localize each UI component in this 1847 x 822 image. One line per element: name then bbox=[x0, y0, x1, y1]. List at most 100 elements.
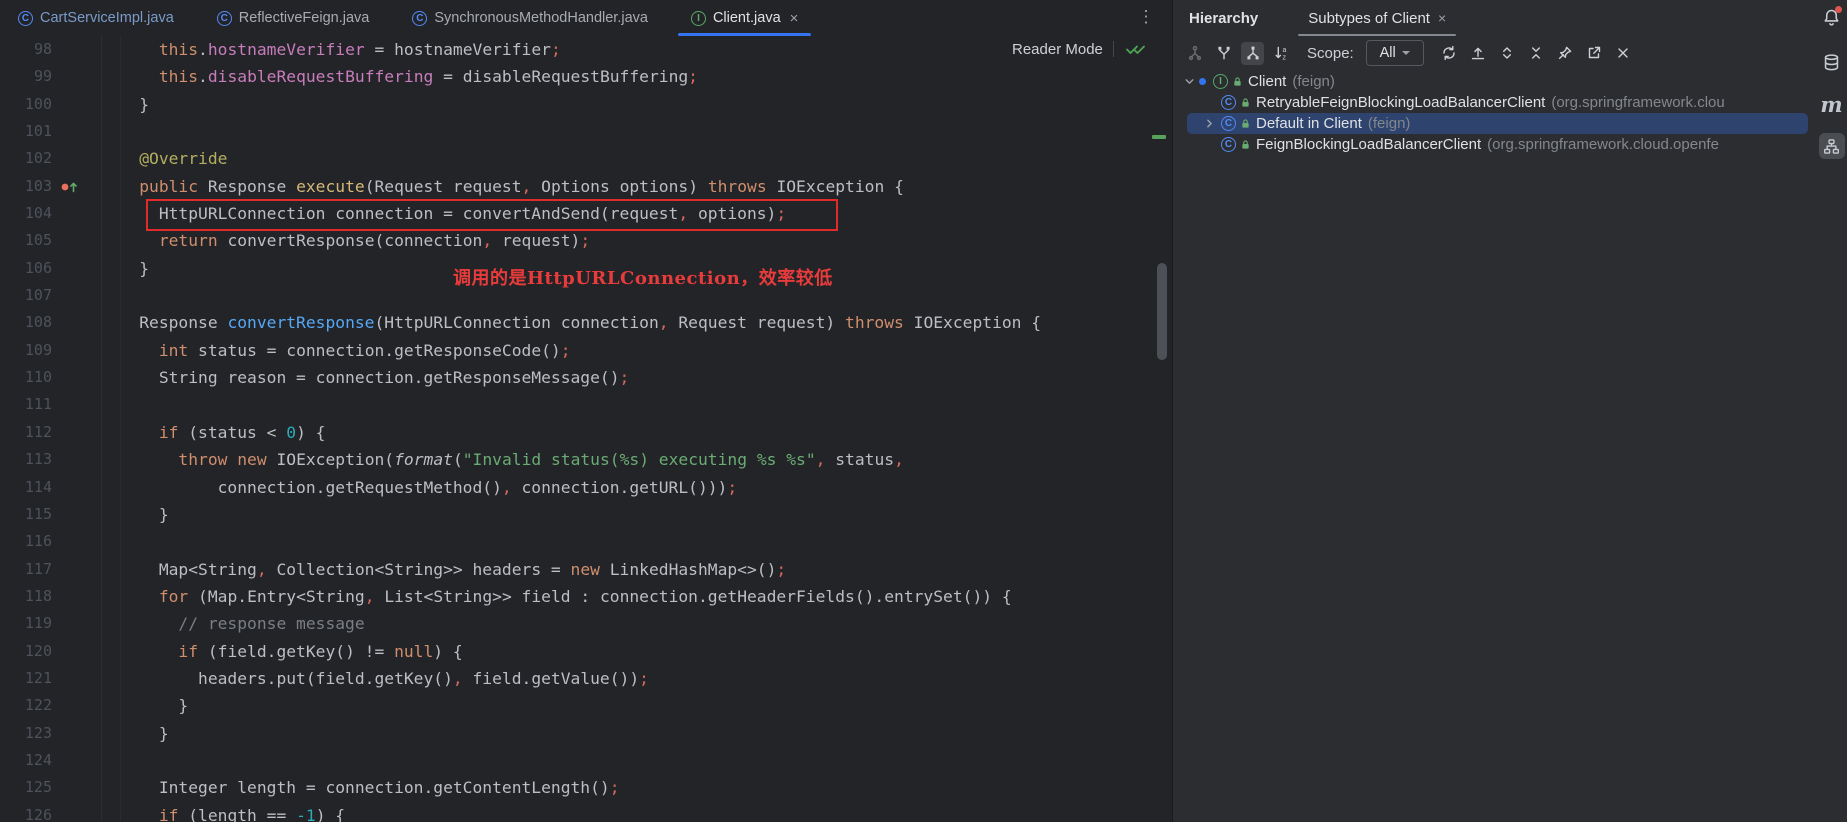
editor-tab[interactable]: CReflectiveFeign.java bbox=[204, 0, 383, 36]
gutter-line-number[interactable]: 118 bbox=[0, 583, 52, 610]
code-line[interactable]: 109 int status = connection.getResponseC… bbox=[0, 337, 1172, 364]
tree-row[interactable]: IClient(feign) bbox=[1173, 71, 1847, 92]
subtypes-icon[interactable] bbox=[1241, 42, 1264, 65]
gutter-line-number[interactable]: 99 bbox=[0, 63, 52, 90]
maven-icon[interactable]: m bbox=[1820, 92, 1842, 117]
code-line[interactable]: 126 if (length == -1) { bbox=[0, 802, 1172, 822]
gutter-line-number[interactable]: 125 bbox=[0, 774, 52, 801]
gutter-line-number[interactable]: 126 bbox=[0, 802, 52, 822]
code-line[interactable]: 100 } bbox=[0, 91, 1172, 118]
chevron-down-icon[interactable] bbox=[1179, 75, 1199, 88]
code-token: , bbox=[816, 450, 826, 469]
code-line[interactable]: 102 @Override bbox=[0, 145, 1172, 172]
gutter-line-number[interactable]: 122 bbox=[0, 692, 52, 719]
close-icon[interactable]: × bbox=[790, 10, 799, 27]
pin-icon[interactable] bbox=[1554, 42, 1577, 65]
code-token: new bbox=[571, 560, 600, 579]
gutter-line-number[interactable]: 119 bbox=[0, 610, 52, 637]
code-line[interactable]: 101 bbox=[0, 118, 1172, 145]
code-line[interactable]: 110 String reason = connection.getRespon… bbox=[0, 364, 1172, 391]
code-token: disableRequestBuffering bbox=[208, 67, 433, 86]
gutter-line-number[interactable]: 120 bbox=[0, 638, 52, 665]
code-line[interactable]: 114 connection.getRequestMethod(), conne… bbox=[0, 474, 1172, 501]
hierarchy-content-tab[interactable]: Subtypes of Client × bbox=[1298, 0, 1456, 36]
editor-tab[interactable]: CSynchronousMethodHandler.java bbox=[399, 0, 661, 36]
code-line[interactable]: 120 if (field.getKey() != null) { bbox=[0, 638, 1172, 665]
gutter-line-number[interactable]: 101 bbox=[0, 118, 52, 145]
code-line[interactable]: 125 Integer length = connection.getConte… bbox=[0, 774, 1172, 801]
expand-all-icon[interactable] bbox=[1496, 42, 1519, 65]
code-line[interactable]: 105 return convertResponse(connection, r… bbox=[0, 227, 1172, 254]
code-line[interactable]: 121 headers.put(field.getKey(), field.ge… bbox=[0, 665, 1172, 692]
editor-tab[interactable]: IClient.java× bbox=[678, 0, 811, 36]
open-in-new-window-icon[interactable] bbox=[1583, 42, 1606, 65]
gutter-line-number[interactable]: 113 bbox=[0, 446, 52, 473]
gutter-line-number[interactable]: 112 bbox=[0, 419, 52, 446]
code-token: IOException( bbox=[267, 450, 394, 469]
code-line[interactable]: 116 bbox=[0, 528, 1172, 555]
code-line[interactable]: 98 this.hostnameVerifier = hostnameVerif… bbox=[0, 36, 1172, 63]
tree-row[interactable]: CRetryableFeignBlockingLoadBalancerClien… bbox=[1173, 92, 1847, 113]
code-line[interactable]: 123 } bbox=[0, 720, 1172, 747]
gutter-line-number[interactable]: 114 bbox=[0, 474, 52, 501]
code-line[interactable]: 117 Map<String, Collection<String>> head… bbox=[0, 556, 1172, 583]
gutter-line-number[interactable]: 109 bbox=[0, 337, 52, 364]
override-gutter-icon[interactable] bbox=[60, 179, 80, 194]
database-icon[interactable] bbox=[1822, 53, 1841, 72]
notification-badge bbox=[1835, 6, 1842, 13]
code-line[interactable]: 122 } bbox=[0, 692, 1172, 719]
gutter-line-number[interactable]: 106 bbox=[0, 255, 52, 282]
code-token: = hostnameVerifier bbox=[365, 40, 551, 59]
code-line[interactable]: 118 for (Map.Entry<String, List<String>>… bbox=[0, 583, 1172, 610]
code-line[interactable]: 119 // response message bbox=[0, 610, 1172, 637]
chevron-right-icon[interactable] bbox=[1199, 117, 1219, 130]
code-line[interactable]: 124 bbox=[0, 747, 1172, 774]
gutter-line-number[interactable]: 102 bbox=[0, 145, 52, 172]
bell-icon[interactable] bbox=[1822, 8, 1841, 27]
gutter-line-number[interactable]: 108 bbox=[0, 309, 52, 336]
code-line[interactable]: 113 throw new IOException(format("Invali… bbox=[0, 446, 1172, 473]
collapse-all-icon[interactable] bbox=[1525, 42, 1548, 65]
scroll-to-source-icon[interactable] bbox=[1467, 42, 1490, 65]
code-token: . bbox=[198, 67, 208, 86]
gutter-line-number[interactable]: 111 bbox=[0, 391, 52, 418]
gutter-line-number[interactable]: 115 bbox=[0, 501, 52, 528]
code-line[interactable]: 103 public Response execute(Request requ… bbox=[0, 173, 1172, 200]
code-line[interactable]: 115 } bbox=[0, 501, 1172, 528]
gutter-line-number[interactable]: 116 bbox=[0, 528, 52, 555]
gutter-line-number[interactable]: 104 bbox=[0, 200, 52, 227]
code-line[interactable]: 99 this.disableRequestBuffering = disabl… bbox=[0, 63, 1172, 90]
gutter-line-number[interactable]: 123 bbox=[0, 720, 52, 747]
code-token: if bbox=[178, 642, 198, 661]
supertypes-icon[interactable] bbox=[1212, 42, 1235, 65]
code-token: , bbox=[522, 177, 532, 196]
more-options-icon[interactable]: ⋮ bbox=[1135, 5, 1157, 29]
gutter-line-number[interactable]: 124 bbox=[0, 747, 52, 774]
indent-guide bbox=[120, 36, 121, 822]
code-token: if bbox=[159, 806, 179, 822]
close-icon[interactable] bbox=[1612, 42, 1635, 65]
gutter-line-number[interactable]: 110 bbox=[0, 364, 52, 391]
gutter-line-number[interactable]: 105 bbox=[0, 227, 52, 254]
code-line[interactable]: 108 Response convertResponse(HttpURLConn… bbox=[0, 309, 1172, 336]
hierarchy-tool-icon[interactable] bbox=[1819, 133, 1845, 159]
sort-alphabetically-icon[interactable]: az bbox=[1270, 42, 1293, 65]
editor-tab[interactable]: CCartServiceImpl.java bbox=[5, 0, 187, 36]
close-icon[interactable]: × bbox=[1438, 10, 1446, 26]
tree-row[interactable]: CFeignBlockingLoadBalancerClient(org.spr… bbox=[1173, 134, 1847, 155]
scope-dropdown[interactable]: All bbox=[1366, 40, 1424, 66]
gutter-line-number[interactable]: 121 bbox=[0, 665, 52, 692]
gutter-line-number[interactable]: 103 bbox=[0, 173, 52, 200]
code-line[interactable]: 112 if (status < 0) { bbox=[0, 419, 1172, 446]
gutter-line-number[interactable]: 100 bbox=[0, 91, 52, 118]
editor-scrollbar[interactable] bbox=[1157, 263, 1167, 360]
code-token: status = connection.getResponseCode() bbox=[188, 341, 560, 360]
refresh-icon[interactable] bbox=[1438, 42, 1461, 65]
tree-row[interactable]: CDefault in Client(feign) bbox=[1187, 113, 1808, 134]
gutter-line-number[interactable]: 98 bbox=[0, 36, 52, 63]
code-line[interactable]: 111 bbox=[0, 391, 1172, 418]
tree-class-icon: C bbox=[1219, 116, 1238, 131]
method-hierarchy-icon[interactable] bbox=[1183, 42, 1206, 65]
gutter-line-number[interactable]: 107 bbox=[0, 282, 52, 309]
gutter-line-number[interactable]: 117 bbox=[0, 556, 52, 583]
